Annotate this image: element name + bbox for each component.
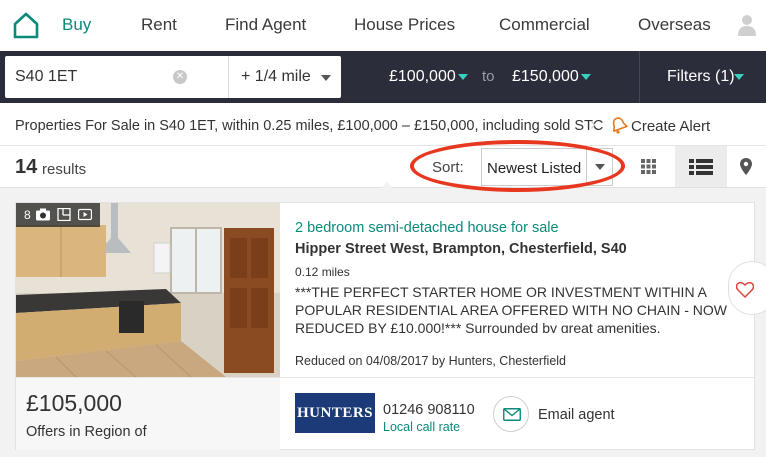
dropdown-pointer (378, 182, 396, 191)
listing-reduced-note: Reduced on 04/08/2017 by Hunters, Cheste… (295, 354, 567, 368)
min-price-select[interactable]: £100,000 (389, 68, 456, 86)
agent-panel: HUNTERS 01246 908110 Local call rate Ema… (280, 377, 755, 450)
divider (639, 51, 640, 103)
map-pin-icon (740, 158, 752, 175)
location-input[interactable]: S40 1ET (15, 68, 77, 86)
min-price-chevron-down-icon[interactable] (458, 74, 468, 80)
listing-photo[interactable]: 8 (16, 203, 280, 377)
agent-logo[interactable]: HUNTERS (295, 393, 375, 433)
nav-house-prices[interactable]: House Prices (354, 15, 455, 35)
radius-chevron-down-icon[interactable] (321, 75, 331, 81)
kitchen-photo (16, 203, 280, 377)
grid-view-icon (641, 159, 656, 174)
search-summary: Properties For Sale in S40 1ET, within 0… (15, 118, 604, 134)
listing-address[interactable]: Hipper Street West, Brampton, Chesterfie… (295, 241, 627, 257)
user-account-icon[interactable] (737, 14, 757, 36)
nav-find-agent[interactable]: Find Agent (225, 15, 306, 35)
email-agent-button[interactable] (493, 396, 529, 432)
grid-view-button[interactable] (623, 146, 675, 187)
email-agent-link[interactable]: Email agent (538, 407, 615, 423)
listing-info: 2 bedroom semi-detached house for sale H… (280, 203, 766, 377)
location-box: S40 1ET ✕ + 1/4 mile (5, 56, 341, 98)
nav-rent[interactable]: Rent (141, 15, 177, 35)
radius-select[interactable]: + 1/4 mile (241, 68, 311, 86)
listing-distance: 0.12 miles (295, 265, 350, 279)
photo-count: 8 (24, 208, 31, 222)
search-bar: S40 1ET ✕ + 1/4 mile £100,000 to £150,00… (0, 51, 766, 103)
results-count: 14 (15, 156, 38, 178)
divider (228, 56, 229, 98)
photo-badge: 8 (16, 203, 100, 227)
camera-icon (36, 208, 50, 221)
nav-overseas[interactable]: Overseas (638, 15, 711, 35)
nav-buy[interactable]: Buy (62, 15, 91, 35)
search-summary-row: Properties For Sale in S40 1ET, within 0… (0, 103, 766, 146)
max-price-chevron-down-icon[interactable] (581, 74, 591, 80)
price-panel: £105,000 Offers in Region of (16, 377, 280, 450)
listing-title[interactable]: 2 bedroom semi-detached house for sale (295, 220, 559, 236)
agent-phone[interactable]: 01246 908110 (383, 402, 475, 418)
local-call-rate: Local call rate (383, 420, 461, 434)
listing-card[interactable]: 8 2 bedroom semi-detached house for sale… (15, 202, 766, 450)
save-favourite-button[interactable] (728, 261, 766, 315)
create-alert-link[interactable]: Create Alert (631, 118, 710, 135)
chevron-right-icon: › (590, 114, 596, 134)
nav-commercial[interactable]: Commercial (499, 15, 590, 35)
map-view-button[interactable] (727, 146, 766, 187)
video-icon (78, 208, 92, 221)
listing-description: ***THE PERFECT STARTER HOME OR INVESTMEN… (295, 284, 727, 333)
floorplan-icon (57, 208, 71, 221)
envelope-icon (503, 408, 521, 421)
max-price-select[interactable]: £150,000 (512, 68, 579, 86)
top-nav: Buy Rent Find Agent House Prices Commerc… (0, 0, 766, 51)
heart-icon (736, 282, 754, 298)
filters-button[interactable]: Filters (1) (667, 68, 735, 86)
sort-highlight-annotation (410, 140, 625, 192)
price-qualifier: Offers in Region of (26, 424, 147, 440)
list-view-icon (689, 159, 713, 175)
bell-icon[interactable] (610, 116, 628, 134)
clear-icon[interactable]: ✕ (173, 70, 187, 84)
results-label: results (42, 161, 87, 178)
filters-chevron-down-icon[interactable] (734, 74, 744, 80)
listing-price: £105,000 (26, 390, 122, 416)
list-view-button[interactable] (675, 146, 727, 187)
home-logo-icon[interactable] (12, 11, 40, 39)
price-to-label: to (482, 68, 495, 85)
